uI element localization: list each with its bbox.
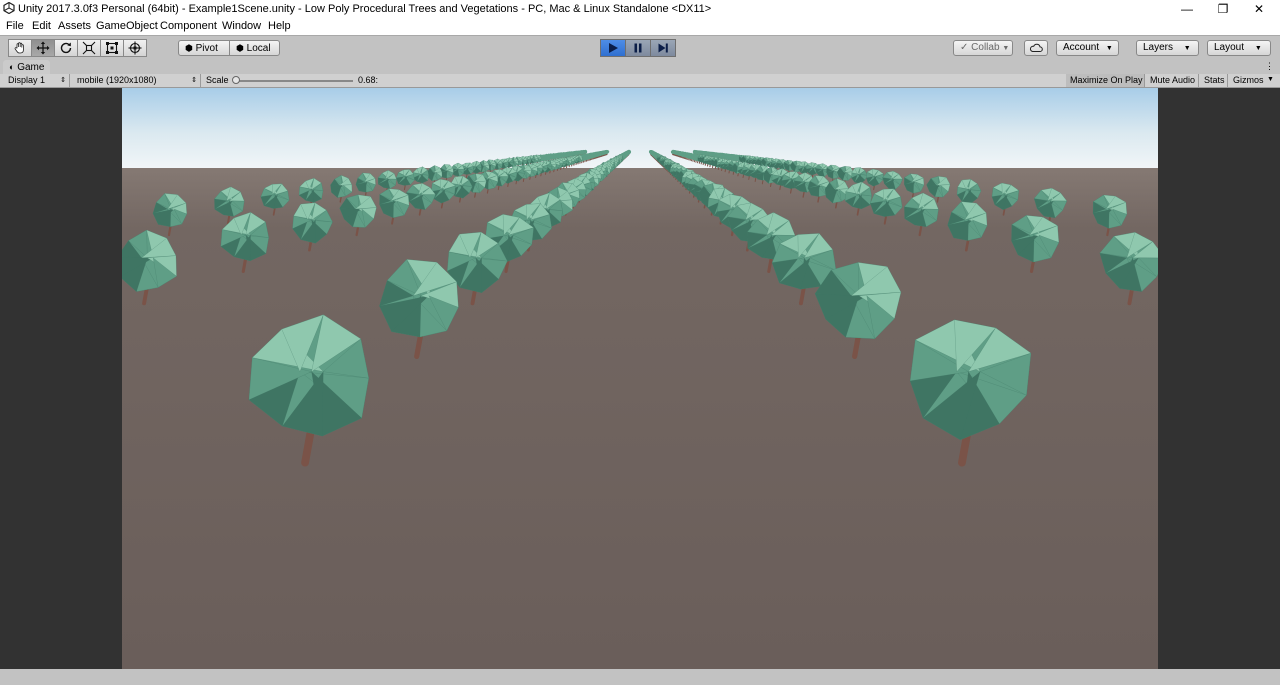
scale-slider-track[interactable] [237, 80, 353, 82]
chevron-down-icon[interactable]: ▼ [1267, 76, 1274, 83]
minimize-button[interactable]: — [1169, 0, 1205, 18]
chevron-down-icon: ▼ [1183, 45, 1191, 52]
status-bar [0, 669, 1280, 685]
display-dropdown[interactable]: Display 1 ⇕ [4, 74, 70, 87]
account-dropdown[interactable]: Account ▼ [1056, 40, 1119, 56]
transform-icon [128, 41, 142, 55]
stats-toggle[interactable]: Stats [1200, 74, 1228, 87]
chevron-down-icon: ▼ [1002, 45, 1010, 52]
menu-bar: File Edit Assets GameObject Component Wi… [0, 18, 1280, 35]
pause-button[interactable] [625, 39, 651, 57]
hand-tool-button[interactable] [8, 39, 32, 57]
pivot-toggle[interactable]: ⬢ Pivot [178, 40, 230, 56]
account-label: Account [1063, 42, 1100, 53]
scene-render [122, 88, 1158, 669]
tab-game-label: Game [17, 62, 45, 73]
maximize-on-play-toggle[interactable]: Maximize On Play [1066, 74, 1145, 87]
toolbar: ⬢ Pivot ⬢ Local ✓ Collab ▼ Account ▼ Lay… [0, 35, 1280, 61]
unity-logo-icon [3, 2, 15, 14]
scale-slider-handle[interactable] [232, 76, 240, 84]
menu-gameobject[interactable]: GameObject [96, 20, 158, 32]
scale-tool-button[interactable] [77, 39, 101, 57]
collab-dropdown[interactable]: ✓ Collab ▼ [953, 40, 1013, 56]
scale-label: Scale [206, 75, 229, 85]
menu-window[interactable]: Window [222, 20, 261, 32]
scale-icon [82, 41, 96, 55]
pause-icon [634, 43, 642, 53]
transform-tools [8, 39, 147, 57]
game-view-bar: Display 1 ⇕ mobile (1920x1080) ⇕ Scale 0… [0, 74, 1280, 88]
pivot-label: Pivot [195, 43, 218, 54]
menu-edit[interactable]: Edit [32, 20, 51, 32]
gizmos-toggle[interactable]: Gizmos [1229, 74, 1267, 87]
sky [122, 88, 1158, 170]
rect-icon [106, 42, 118, 54]
tab-game[interactable]: ◐ Game [3, 60, 51, 74]
collab-label: Collab [971, 42, 1000, 53]
local-icon: ⬢ [236, 43, 244, 53]
move-arrows-icon [36, 41, 50, 55]
title-bar: Unity 2017.3.0f3 Personal (64bit) - Exam… [0, 0, 1280, 18]
step-icon [658, 43, 668, 53]
updown-icon: ⇕ [191, 77, 197, 84]
local-toggle[interactable]: ⬢ Local [229, 40, 280, 56]
game-controller-icon: ◐ [9, 62, 15, 72]
cloud-button[interactable] [1024, 40, 1048, 56]
chevron-down-icon: ▼ [1254, 45, 1262, 52]
local-label: Local [246, 43, 271, 54]
tab-bar: ◐ Game ⋮ [0, 60, 1280, 74]
menu-help[interactable]: Help [268, 20, 291, 32]
menu-component[interactable]: Component [160, 20, 217, 32]
window-title: Unity 2017.3.0f3 Personal (64bit) - Exam… [18, 3, 712, 15]
menu-assets[interactable]: Assets [58, 20, 91, 32]
play-icon [609, 43, 618, 53]
game-view [0, 88, 1280, 669]
resolution-dropdown[interactable]: mobile (1920x1080) ⇕ [73, 74, 201, 87]
layout-dropdown[interactable]: Layout ▼ [1207, 40, 1271, 56]
resolution-label: mobile (1920x1080) [77, 75, 157, 85]
cloud-icon [1029, 43, 1043, 52]
transform-tool-button[interactable] [123, 39, 147, 57]
rect-tool-button[interactable] [100, 39, 124, 57]
collab-check-icon: ✓ [960, 42, 969, 53]
close-button[interactable]: ✕ [1241, 0, 1277, 18]
game-viewport[interactable] [122, 88, 1158, 669]
menu-file[interactable]: File [6, 20, 24, 32]
rotate-tool-button[interactable] [54, 39, 78, 57]
display-label: Display 1 [8, 75, 46, 85]
updown-icon: ⇕ [60, 77, 66, 84]
rotate-icon [60, 42, 72, 54]
layers-label: Layers [1143, 42, 1174, 53]
play-button[interactable] [600, 39, 626, 57]
restore-button[interactable]: ❐ [1205, 0, 1241, 18]
layout-label: Layout [1214, 42, 1245, 53]
layers-dropdown[interactable]: Layers ▼ [1136, 40, 1199, 56]
step-button[interactable] [650, 39, 676, 57]
move-tool-button[interactable] [31, 39, 55, 57]
hand-icon [14, 42, 24, 54]
scale-value: 0.68: [358, 75, 379, 85]
mute-audio-toggle[interactable]: Mute Audio [1146, 74, 1199, 87]
pivot-icon: ⬢ [185, 43, 193, 53]
panel-menu-icon[interactable]: ⋮ [1265, 61, 1274, 72]
chevron-down-icon: ▼ [1105, 45, 1113, 52]
